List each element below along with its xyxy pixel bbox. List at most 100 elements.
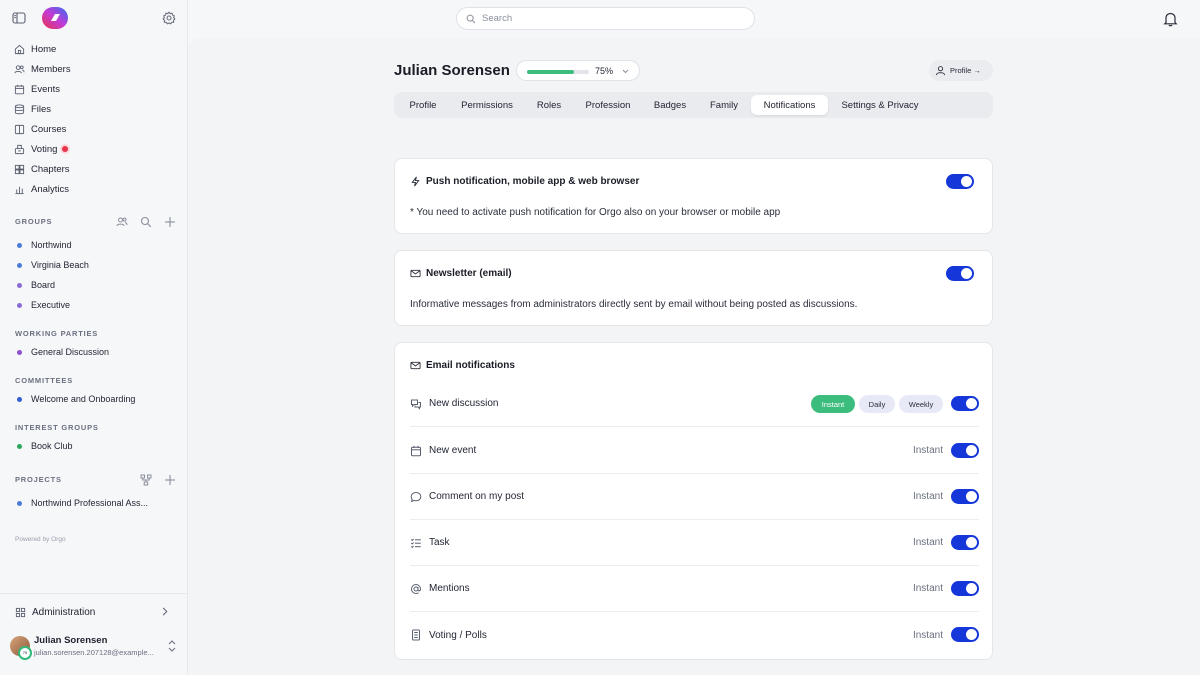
newsletter-toggle[interactable] <box>946 266 974 281</box>
user-menu[interactable]: 75 Julian Sorensen julian.sorensen.20712… <box>0 632 188 662</box>
tab-badges[interactable]: Badges <box>643 95 697 115</box>
calendar-icon <box>411 445 421 456</box>
home-icon <box>14 44 25 54</box>
frequency-instant-pill[interactable]: Instant <box>811 395 855 413</box>
row-frequency[interactable]: Instant <box>913 428 943 473</box>
nav-item-analytics[interactable]: Analytics <box>0 179 188 199</box>
notification-row-new-event: New event Instant <box>410 428 979 474</box>
administration-button[interactable]: Administration <box>0 602 188 622</box>
chevron-right-icon <box>162 607 168 616</box>
voting-toggle[interactable] <box>951 627 979 642</box>
nav-item-home[interactable]: Home <box>0 39 188 59</box>
newsletter-card: Newsletter (email) Informative messages … <box>394 250 993 326</box>
frequency-daily-pill[interactable]: Daily <box>859 395 895 413</box>
tab-profile[interactable]: Profile <box>397 95 449 115</box>
profile-button-label: Profile → <box>950 66 981 75</box>
group-label: Book Club <box>31 441 73 451</box>
plus-icon[interactable] <box>164 216 176 228</box>
section-label-interest-groups: INTEREST GROUPS <box>15 423 99 432</box>
plus-icon[interactable] <box>164 474 176 486</box>
newsletter-card-description: Informative messages from administrators… <box>410 299 858 310</box>
sidebar: Home Members Events Files Courses Voting… <box>0 0 188 675</box>
row-frequency[interactable]: Instant <box>913 612 943 658</box>
row-label: Mentions <box>410 566 470 611</box>
admin-grid-icon <box>15 607 26 617</box>
nav-item-events[interactable]: Events <box>0 79 188 99</box>
row-label: Task <box>410 520 450 565</box>
nav-label: Events <box>31 83 61 95</box>
files-icon <box>14 103 25 114</box>
administration-label: Administration <box>32 606 96 618</box>
row-label: New discussion <box>410 381 498 426</box>
group-item-welcome[interactable]: Welcome and Onboarding <box>0 389 188 409</box>
chevron-updown-icon <box>168 640 176 652</box>
mail-icon <box>410 361 421 370</box>
mail-icon <box>410 269 421 278</box>
nav-item-chapters[interactable]: Chapters <box>0 159 188 179</box>
row-frequency[interactable]: Instant <box>913 566 943 611</box>
row-label: Comment on my post <box>410 474 524 519</box>
notification-row-task: Task Instant <box>410 520 979 566</box>
tab-profession[interactable]: Profession <box>575 95 641 115</box>
row-label: New event <box>410 428 476 473</box>
row-label: Voting / Polls <box>410 612 487 658</box>
tab-permissions[interactable]: Permissions <box>451 95 523 115</box>
project-tree-icon[interactable] <box>140 474 152 486</box>
task-list-icon <box>410 538 421 548</box>
nav-item-voting[interactable]: Voting <box>0 139 188 159</box>
tab-settings-privacy[interactable]: Settings & Privacy <box>830 95 930 115</box>
group-members-icon[interactable] <box>116 216 128 228</box>
profile-button[interactable]: Profile → <box>929 60 993 81</box>
group-label: Virginia Beach <box>31 260 89 270</box>
group-label: Welcome and Onboarding <box>31 394 136 404</box>
row-frequency[interactable]: Instant <box>913 520 943 565</box>
group-color-dot <box>17 302 22 308</box>
bell-icon[interactable] <box>1163 11 1178 27</box>
tab-family[interactable]: Family <box>699 95 749 115</box>
page-title: Julian Sorensen <box>394 62 510 79</box>
new-discussion-toggle[interactable] <box>951 396 979 411</box>
search-input[interactable] <box>482 13 732 24</box>
group-color-dot <box>17 282 22 288</box>
progress-label: 75% <box>595 66 614 76</box>
group-item-general-discussion[interactable]: General Discussion <box>0 342 188 362</box>
push-card-title: Push notification, mobile app & web brow… <box>426 176 640 187</box>
comment-toggle[interactable] <box>951 489 979 504</box>
group-item-northwind[interactable]: Northwind <box>0 235 188 255</box>
mentions-toggle[interactable] <box>951 581 979 596</box>
profile-completion-dropdown[interactable]: 75% <box>516 60 640 81</box>
new-event-toggle[interactable] <box>951 443 979 458</box>
orgo-logo-icon[interactable] <box>41 6 69 30</box>
group-item-northwind-professional[interactable]: Northwind Professional Ass... <box>0 493 188 513</box>
push-notification-toggle[interactable] <box>946 174 974 189</box>
tab-notifications[interactable]: Notifications <box>751 95 828 115</box>
nav-label: Voting <box>31 143 58 155</box>
email-card-title: Email notifications <box>426 360 515 371</box>
user-icon <box>935 66 946 76</box>
group-item-executive[interactable]: Executive <box>0 295 188 315</box>
gear-icon[interactable] <box>162 11 176 25</box>
row-label-text: Voting / Polls <box>429 629 487 641</box>
search-bar[interactable] <box>456 7 755 30</box>
nav-label: Members <box>31 63 71 75</box>
group-item-virginia-beach[interactable]: Virginia Beach <box>0 255 188 275</box>
chat-icon <box>411 399 421 410</box>
search-icon[interactable] <box>140 216 152 228</box>
sidebar-toggle-icon[interactable] <box>12 11 26 25</box>
projects-tools <box>140 474 176 486</box>
row-label-text: Task <box>429 537 450 548</box>
group-item-book-club[interactable]: Book Club <box>0 436 188 456</box>
frequency-weekly-pill[interactable]: Weekly <box>899 395 943 413</box>
nav-item-files[interactable]: Files <box>0 99 188 119</box>
group-label: General Discussion <box>31 347 110 357</box>
chapters-icon <box>14 164 25 174</box>
task-toggle[interactable] <box>951 535 979 550</box>
ballot-icon <box>14 144 25 154</box>
row-frequency[interactable]: Instant <box>913 474 943 519</box>
nav-item-courses[interactable]: Courses <box>0 119 188 139</box>
group-item-board[interactable]: Board <box>0 275 188 295</box>
tab-roles[interactable]: Roles <box>525 95 573 115</box>
nav-item-members[interactable]: Members <box>0 59 188 79</box>
group-color-dot <box>17 443 22 449</box>
poll-icon <box>412 629 420 641</box>
